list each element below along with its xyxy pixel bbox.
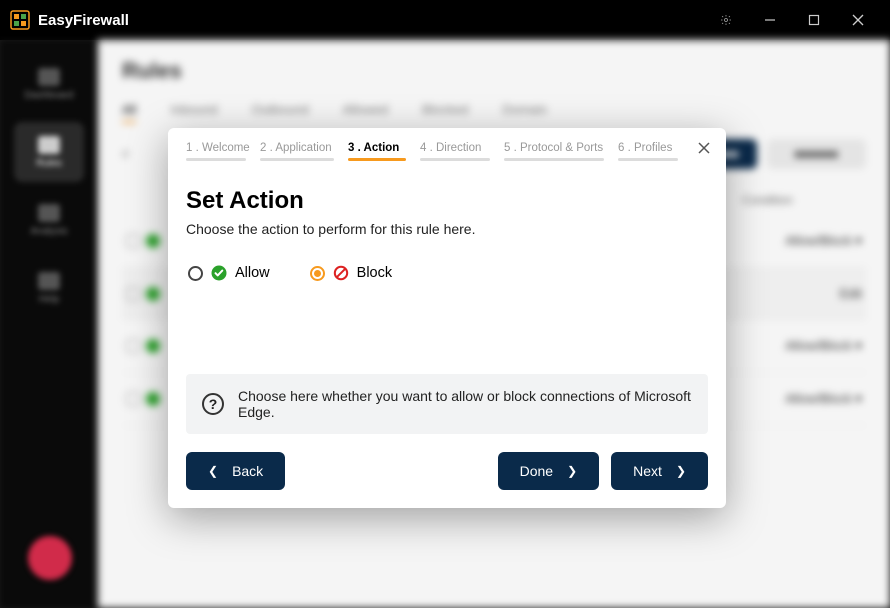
radio-allow[interactable]	[188, 266, 203, 281]
sidebar-item-analysis[interactable]: Analysis	[14, 190, 84, 250]
option-block[interactable]: Block	[310, 265, 392, 281]
hint-text: Choose here whether you want to allow or…	[238, 388, 692, 420]
step-action[interactable]: 3 . Action	[348, 142, 406, 161]
done-button[interactable]: Done ❯	[498, 452, 600, 490]
tab-inbound[interactable]: Inbound	[170, 102, 217, 123]
step-application[interactable]: 2 . Application	[260, 142, 334, 161]
step-direction[interactable]: 4 . Direction	[420, 142, 490, 161]
fab-button[interactable]	[28, 536, 72, 580]
sidebar-item-rules[interactable]: Rules	[14, 122, 84, 182]
modal-subtitle: Choose the action to perform for this ru…	[186, 221, 708, 237]
action-options: Allow Block	[186, 265, 708, 281]
tab-outbound[interactable]: Outbound	[251, 102, 308, 123]
option-allow[interactable]: Allow	[188, 265, 270, 281]
close-button[interactable]	[836, 0, 880, 40]
filter-tabs: All Inbound Outbound Allowed Blocked Dom…	[122, 102, 866, 123]
block-prohibit-icon	[333, 265, 349, 281]
tab-domain[interactable]: Domain	[502, 102, 547, 123]
radio-block[interactable]	[310, 266, 325, 281]
step-protocol-ports[interactable]: 5 . Protocol & Ports	[504, 142, 604, 161]
modal-heading: Set Action	[186, 187, 708, 215]
app-title: EasyFirewall	[38, 12, 129, 29]
modal-footer: ❮ Back Done ❯ Next ❯	[168, 434, 726, 508]
tab-all[interactable]: All	[122, 102, 136, 123]
app-logo-icon	[10, 10, 30, 30]
next-button[interactable]: Next ❯	[611, 452, 708, 490]
chevron-right-icon: ❯	[567, 464, 577, 478]
tab-blocked[interactable]: Blocked	[422, 102, 468, 123]
secondary-action-button[interactable]: ■■■■■■	[767, 139, 867, 169]
maximize-button[interactable]	[792, 0, 836, 40]
chevron-right-icon: ❯	[676, 464, 686, 478]
tab-allowed[interactable]: Allowed	[343, 102, 389, 123]
sidebar-item-help[interactable]: Help	[14, 258, 84, 318]
settings-gear-icon[interactable]	[704, 0, 748, 40]
titlebar: EasyFirewall	[0, 0, 890, 40]
close-icon[interactable]	[694, 138, 714, 158]
page-title: Rules	[122, 58, 866, 84]
chevron-left-icon: ❮	[208, 464, 218, 478]
hint-box: ? Choose here whether you want to allow …	[186, 374, 708, 434]
option-block-label: Block	[357, 265, 392, 281]
back-button[interactable]: ❮ Back	[186, 452, 285, 490]
minimize-button[interactable]	[748, 0, 792, 40]
step-welcome[interactable]: 1 . Welcome	[186, 142, 246, 161]
allow-check-icon	[211, 265, 227, 281]
wizard-modal: 1 . Welcome 2 . Application 3 . Action 4…	[168, 128, 726, 508]
sidebar: Dashboard Rules Analysis Help	[0, 40, 98, 608]
option-allow-label: Allow	[235, 265, 270, 281]
step-profiles[interactable]: 6 . Profiles	[618, 142, 678, 161]
sidebar-item-dashboard[interactable]: Dashboard	[14, 54, 84, 114]
wizard-steps: 1 . Welcome 2 . Application 3 . Action 4…	[168, 128, 726, 161]
question-icon: ?	[202, 393, 224, 415]
